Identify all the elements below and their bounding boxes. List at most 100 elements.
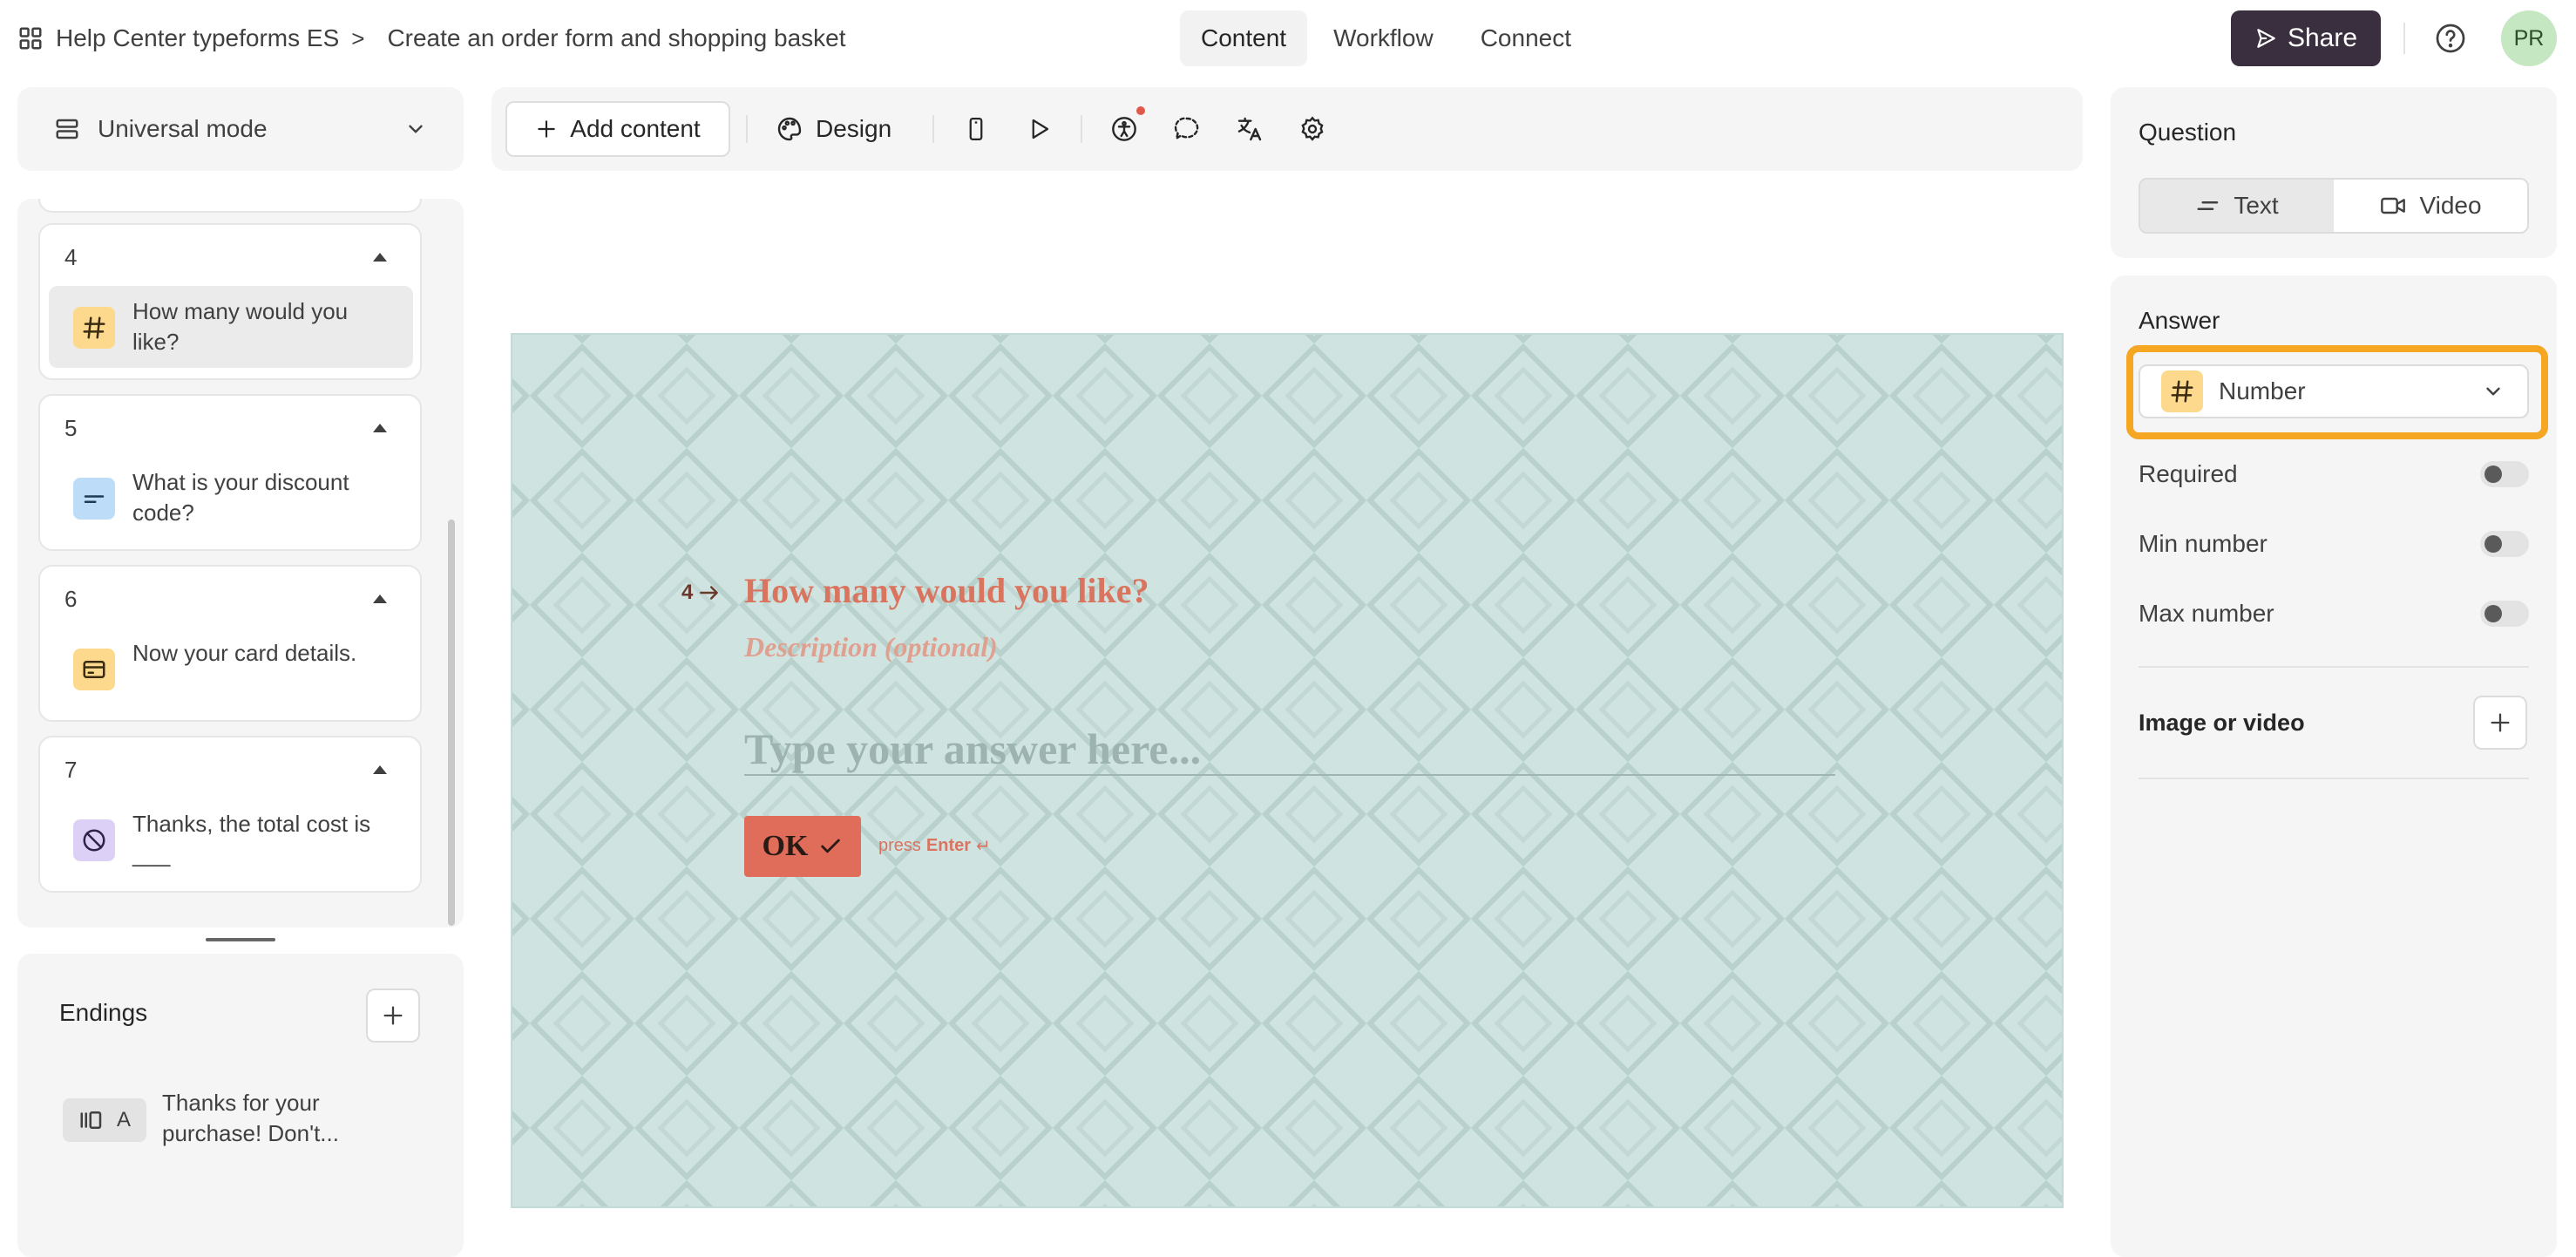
check-icon [818, 834, 843, 859]
add-media-button[interactable] [2473, 696, 2527, 750]
setting-min-number: Min number [2139, 527, 2529, 561]
panel-resize-handle[interactable] [206, 938, 275, 941]
question-text: Now your card details. [132, 640, 357, 666]
mode-selector[interactable]: Universal mode [17, 87, 464, 171]
question-list: 4 How many would you like? 5 What is you… [17, 199, 464, 927]
main-tabs: Content Workflow Connect [1180, 10, 1592, 66]
hint-key: Enter [925, 836, 972, 855]
question-item-5[interactable]: 5 What is your discount code? [38, 394, 422, 551]
required-toggle[interactable] [2480, 461, 2529, 487]
ok-button[interactable]: OK [744, 816, 861, 877]
plus-icon [381, 1003, 405, 1028]
question-row[interactable]: What is your discount code? [49, 457, 413, 539]
answer-settings: Answer Number Required Min number Max nu… [2111, 275, 2557, 1257]
form-preview: 4 How many would you like? Description (… [511, 333, 2064, 1208]
accessibility-icon[interactable] [1107, 112, 1142, 146]
question-type-text[interactable]: Text [2140, 180, 2334, 232]
question-item-4[interactable]: 4 How many would you like? [38, 223, 422, 380]
collapse-caret-icon[interactable] [373, 765, 387, 774]
video-camera-icon [2379, 192, 2407, 220]
preview-question-text[interactable]: How many would you like? [744, 570, 1149, 611]
hash-icon [2161, 370, 2203, 412]
palette-icon [776, 115, 803, 143]
translate-icon[interactable] [1232, 112, 1267, 146]
add-ending-button[interactable] [366, 989, 420, 1043]
answer-section-title: Answer [2139, 307, 2220, 334]
hash-icon [73, 307, 115, 349]
question-text: Thanks, the total cost is ___ [132, 811, 371, 867]
answer-type-dropdown[interactable]: Number [2139, 364, 2529, 418]
card-icon [73, 649, 115, 690]
max-number-toggle[interactable] [2480, 601, 2529, 627]
apps-grid-icon[interactable] [17, 25, 44, 51]
preview-answer-input[interactable]: Type your answer here... [744, 724, 1835, 776]
ending-text[interactable]: Thanks for your purchase! Don't... [162, 1088, 415, 1149]
short-text-icon [73, 478, 115, 520]
question-number: 4 [64, 244, 78, 270]
form-title[interactable]: Create an order form and shopping basket [387, 24, 845, 52]
preview-question-number: 4 [681, 581, 694, 604]
chevron-down-icon [404, 118, 427, 140]
breadcrumb: Help Center typeforms ES > Create an ord… [17, 17, 846, 59]
setting-label: Max number [2139, 600, 2274, 627]
question-type-text-label: Text [2234, 192, 2279, 219]
settings-gear-icon[interactable] [1295, 112, 1330, 146]
help-icon [2435, 23, 2466, 54]
setting-label: Required [2139, 460, 2238, 487]
translate-bubble-icon[interactable] [1169, 112, 1204, 146]
press-enter-hint: press Enter ↵ [878, 835, 991, 857]
tab-content[interactable]: Content [1180, 10, 1308, 66]
hint-prefix: press [878, 836, 921, 855]
toolbar-divider [746, 115, 748, 143]
question-row[interactable]: Now your card details. [49, 628, 413, 710]
question-type-video[interactable]: Video [2334, 180, 2527, 232]
question-text: What is your discount code? [132, 469, 349, 526]
question-list-scrollbar[interactable] [448, 520, 455, 926]
question-type-toggle: Text Video [2139, 178, 2529, 234]
design-label: Design [816, 115, 892, 142]
question-type-video-label: Video [2419, 192, 2482, 219]
min-number-toggle[interactable] [2480, 531, 2529, 557]
top-bar: Help Center typeforms ES > Create an ord… [0, 0, 2576, 77]
breadcrumb-separator: > [351, 24, 365, 51]
question-text: How many would you like? [132, 298, 349, 355]
divider [2139, 778, 2529, 779]
design-button[interactable]: Design [776, 101, 891, 157]
plus-icon [535, 118, 558, 140]
ending-badge[interactable]: A [63, 1098, 146, 1142]
help-button[interactable] [2430, 17, 2471, 59]
tab-workflow[interactable]: Workflow [1312, 10, 1454, 66]
preview-description[interactable]: Description (optional) [744, 631, 998, 663]
collapse-caret-icon[interactable] [373, 424, 387, 432]
question-item-6[interactable]: 6 Now your card details. [38, 565, 422, 722]
answer-type-label: Number [2219, 377, 2306, 404]
collapse-caret-icon[interactable] [373, 253, 387, 262]
play-icon[interactable] [1021, 112, 1056, 146]
add-content-button[interactable]: Add content [505, 101, 730, 157]
question-row[interactable]: Thanks, the total cost is ___ [49, 798, 413, 880]
share-button[interactable]: Share [2231, 10, 2381, 66]
question-item-7[interactable]: 7 Thanks, the total cost is ___ [38, 736, 422, 893]
plus-icon [2488, 710, 2512, 735]
notification-dot [1136, 106, 1145, 115]
question-row[interactable]: How many would you like? [49, 286, 413, 368]
question-number-indicator: 4 [681, 581, 721, 605]
collapse-caret-icon[interactable] [373, 595, 387, 603]
workspace-link[interactable]: Help Center typeforms ES [56, 24, 339, 52]
question-number: 6 [64, 586, 78, 612]
question-item-partial[interactable] [38, 199, 422, 213]
editor-toolbar: Add content Design [491, 87, 2083, 171]
enter-key-icon: ↵ [976, 837, 991, 856]
text-lines-icon [2195, 193, 2221, 219]
toolbar-divider [1081, 115, 1082, 143]
mobile-preview-icon[interactable] [959, 112, 993, 146]
avatar[interactable]: PR [2501, 10, 2557, 66]
tab-connect[interactable]: Connect [1460, 10, 1592, 66]
ending-badge-letter: A [116, 1108, 131, 1131]
chevron-down-icon [2482, 380, 2505, 403]
add-content-label: Add content [570, 115, 701, 142]
endings-section: Endings A Thanks for your purchase! Don'… [17, 954, 464, 1257]
divider [2139, 666, 2529, 668]
setting-required: Required [2139, 457, 2529, 492]
toolbar-divider [932, 115, 934, 143]
